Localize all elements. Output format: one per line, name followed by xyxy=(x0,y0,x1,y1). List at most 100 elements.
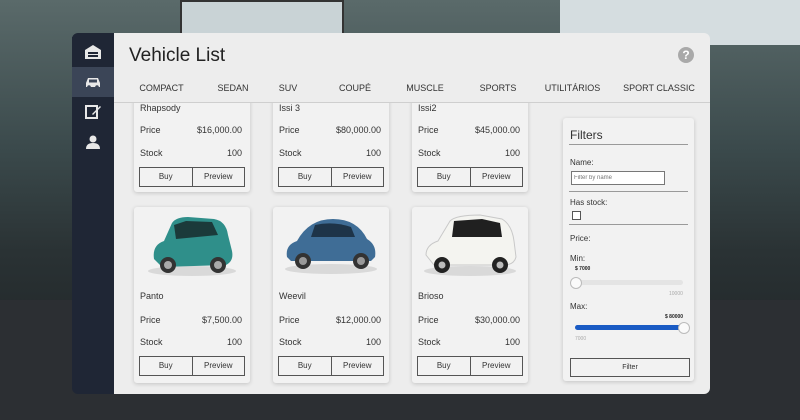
stock-label: Stock xyxy=(140,337,163,347)
sidebar-item-edit[interactable] xyxy=(72,97,114,127)
vehicle-price: $7,500.00 xyxy=(201,315,242,325)
min-price-label: Min: xyxy=(570,254,586,263)
buy-button[interactable]: Buy xyxy=(140,357,192,375)
stock-label: Stock xyxy=(140,148,163,158)
stock-label: Stock xyxy=(418,148,441,158)
buy-button[interactable]: Buy xyxy=(418,168,470,186)
vehicle-name: Panto xyxy=(140,291,164,301)
name-filter-input[interactable] xyxy=(571,171,665,185)
price-filter-label: Price: xyxy=(570,234,591,243)
price-label: Price xyxy=(140,125,161,135)
min-price-slider[interactable] xyxy=(570,277,683,289)
vehicle-name: Weevil xyxy=(279,291,306,301)
user-icon xyxy=(86,135,100,149)
car-icon xyxy=(86,78,100,89)
vehicle-card: Panto Price $7,500.00 Stock 100 Buy Previe… xyxy=(134,207,250,383)
preview-button[interactable]: Preview xyxy=(330,168,384,186)
preview-button[interactable]: Preview xyxy=(469,168,523,186)
vehicle-price: $80,000.00 xyxy=(335,125,381,135)
preview-button[interactable]: Preview xyxy=(469,357,523,375)
buy-button[interactable]: Buy xyxy=(279,168,331,186)
vehicle-card: Rhapsody Price $16,000.00 Stock 100 Buy Pr… xyxy=(134,103,250,192)
vehicle-stock: 100 xyxy=(504,337,520,347)
vehicle-stock: 100 xyxy=(504,148,520,158)
vehicle-name: Brioso xyxy=(418,291,444,301)
max-price-slider[interactable] xyxy=(575,322,690,334)
vehicle-name: Issi2 xyxy=(418,103,437,113)
tab-suv[interactable]: SUV xyxy=(257,83,319,99)
vehicle-stock: 100 xyxy=(365,337,381,347)
max-price-label: Max: xyxy=(570,302,588,311)
vehicle-stock: 100 xyxy=(365,148,381,158)
max-price-slider-fill xyxy=(575,325,683,330)
garage-icon xyxy=(85,45,101,59)
vehicle-card: Brioso Price $30,000.00 Stock 100 Buy Prev… xyxy=(412,207,528,383)
price-label: Price xyxy=(418,315,439,325)
has-stock-checkbox[interactable] xyxy=(572,211,581,220)
filters-panel: Filters Name: Has stock: Price: Min: $ 7… xyxy=(563,118,694,381)
has-stock-label: Has stock: xyxy=(570,198,608,207)
max-price-scale: 7000 xyxy=(575,336,587,342)
filters-divider xyxy=(569,144,688,145)
card-actions: Buy Preview xyxy=(417,356,523,376)
card-actions: Buy Preview xyxy=(139,167,245,187)
vehicle-price: $30,000.00 xyxy=(474,315,520,325)
price-label: Price xyxy=(418,125,439,135)
price-label: Price xyxy=(279,315,300,325)
sidebar-item-vehicles[interactable] xyxy=(72,67,114,97)
filters-title: Filters xyxy=(570,128,603,142)
vehicle-card: Issi 3 Price $80,000.00 Stock 100 Buy Prev… xyxy=(273,103,389,192)
card-actions: Buy Preview xyxy=(139,356,245,376)
page-title: Vehicle List xyxy=(129,45,226,66)
stock-label: Stock xyxy=(279,148,302,158)
sidebar xyxy=(72,33,114,394)
name-filter-label: Name: xyxy=(570,158,594,167)
vehicle-card: Issi2 Price $45,000.00 Stock 100 Buy Previ… xyxy=(412,103,528,192)
edit-icon xyxy=(85,105,101,119)
vehicle-stock: 100 xyxy=(226,337,242,347)
min-price-slider-handle[interactable] xyxy=(570,277,582,289)
max-price-slider-handle[interactable] xyxy=(678,322,690,334)
price-label: Price xyxy=(140,315,161,325)
vehicle-stock: 100 xyxy=(226,148,242,158)
vehicle-image xyxy=(285,219,377,274)
min-price-value: $ 7000 xyxy=(575,266,591,272)
vehicle-price: $12,000.00 xyxy=(335,315,381,325)
max-price-value: $ 80000 xyxy=(665,314,684,320)
filter-button[interactable]: Filter xyxy=(570,358,690,377)
vehicle-image xyxy=(424,214,517,276)
stock-label: Stock xyxy=(418,337,441,347)
card-actions: Buy Preview xyxy=(278,167,384,187)
tab-muscle[interactable]: MUSCLE xyxy=(391,83,459,99)
tab-sports[interactable]: SPORTS xyxy=(459,83,537,99)
vehicle-image xyxy=(148,217,236,276)
min-price-scale: 10000 xyxy=(669,291,683,297)
buy-button[interactable]: Buy xyxy=(140,168,192,186)
preview-button[interactable]: Preview xyxy=(330,357,384,375)
tab-coupe[interactable]: COUPÉ xyxy=(319,83,391,99)
vehicle-name: Rhapsody xyxy=(140,103,181,113)
vehicle-price: $16,000.00 xyxy=(196,125,242,135)
filters-divider xyxy=(569,191,688,192)
tab-sedan[interactable]: SEDAN xyxy=(209,83,257,99)
preview-button[interactable]: Preview xyxy=(191,168,245,186)
card-actions: Buy Preview xyxy=(278,356,384,376)
vehicle-grid: Rhapsody Price $16,000.00 Stock 100 Buy Pr… xyxy=(114,103,554,394)
tab-compact[interactable]: COMPACT xyxy=(114,83,209,99)
tab-sport-classic[interactable]: SPORT CLASSIC xyxy=(608,83,710,99)
buy-button[interactable]: Buy xyxy=(279,357,331,375)
filters-divider xyxy=(569,224,688,225)
sidebar-item-garage[interactable] xyxy=(72,37,114,67)
stock-label: Stock xyxy=(279,337,302,347)
tab-utilitarios[interactable]: UTILITÁRIOS xyxy=(537,83,608,99)
vehicle-price: $45,000.00 xyxy=(474,125,520,135)
vehicle-list-panel: Vehicle List ? COMPACT SEDAN SUV COUPÉ M… xyxy=(114,33,710,394)
sidebar-item-profile[interactable] xyxy=(72,127,114,157)
buy-button[interactable]: Buy xyxy=(418,357,470,375)
price-label: Price xyxy=(279,125,300,135)
vehicle-name: Issi 3 xyxy=(279,103,301,113)
category-tabs: COMPACT SEDAN SUV COUPÉ MUSCLE SPORTS UT… xyxy=(114,83,710,99)
help-icon[interactable]: ? xyxy=(678,47,694,63)
preview-button[interactable]: Preview xyxy=(191,357,245,375)
vehicle-card: Weevil Price $12,000.00 Stock 100 Buy Prev… xyxy=(273,207,389,383)
